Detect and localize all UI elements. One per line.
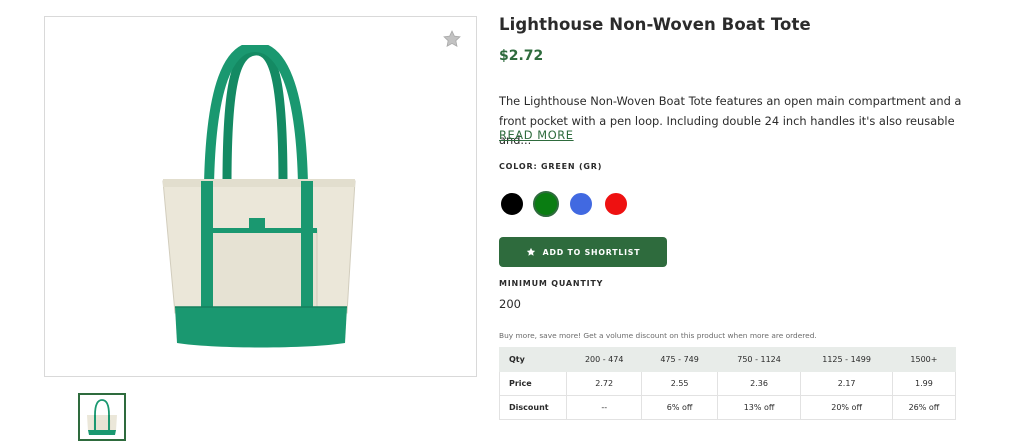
product-image-frame	[44, 16, 477, 377]
product-image	[162, 45, 356, 348]
table-row-price: Price 2.72 2.55 2.36 2.17 1.99	[499, 371, 957, 396]
table-header-cell: 750 - 1124	[716, 347, 802, 372]
table-cell: 1.99	[891, 371, 957, 396]
product-thumbnail[interactable]	[78, 393, 126, 441]
minimum-quantity-label: MINIMUM QUANTITY	[499, 279, 604, 288]
table-header-cell: 200 - 474	[565, 347, 643, 372]
volume-discount-note: Buy more, save more! Get a volume discou…	[499, 331, 817, 340]
table-cell: 13% off	[716, 395, 802, 420]
table-cell: 2.55	[641, 371, 718, 396]
table-header-row: Qty 200 - 474 475 - 749 750 - 1124 1125 …	[499, 347, 957, 372]
table-cell: 2.72	[565, 371, 643, 396]
color-swatch-red[interactable]	[603, 191, 629, 217]
add-to-shortlist-button[interactable]: ADD TO SHORTLIST	[499, 237, 667, 267]
minimum-quantity-value: 200	[499, 297, 521, 311]
thumbnail-tote-image	[87, 399, 117, 435]
table-header-cell: 1125 - 1499	[800, 347, 893, 372]
table-cell: 26% off	[891, 395, 957, 420]
product-title: Lighthouse Non-Woven Boat Tote	[499, 15, 811, 34]
color-swatch-blue[interactable]	[568, 191, 594, 217]
volume-pricing-table: Qty 200 - 474 475 - 749 750 - 1124 1125 …	[499, 347, 957, 420]
table-cell: 6% off	[641, 395, 718, 420]
table-cell: 20% off	[800, 395, 893, 420]
table-row-label: Price	[499, 371, 567, 396]
table-row-discount: Discount -- 6% off 13% off 20% off 26% o…	[499, 395, 957, 420]
table-header-cell: 475 - 749	[641, 347, 718, 372]
favorite-star-icon[interactable]	[442, 29, 462, 49]
table-cell: 2.36	[716, 371, 802, 396]
table-header-cell: 1500+	[891, 347, 957, 372]
color-swatch-black[interactable]	[499, 191, 525, 217]
table-header-cell: Qty	[499, 347, 567, 372]
table-cell: 2.17	[800, 371, 893, 396]
shortlist-label: ADD TO SHORTLIST	[542, 247, 641, 257]
color-swatch-green[interactable]	[533, 191, 559, 217]
color-label: COLOR: GREEN (GR)	[499, 162, 603, 171]
read-more-link[interactable]: READ MORE	[499, 128, 574, 142]
star-icon	[526, 247, 535, 256]
table-row-label: Discount	[499, 395, 567, 420]
product-price: $2.72	[499, 48, 544, 64]
table-cell: --	[565, 395, 643, 420]
